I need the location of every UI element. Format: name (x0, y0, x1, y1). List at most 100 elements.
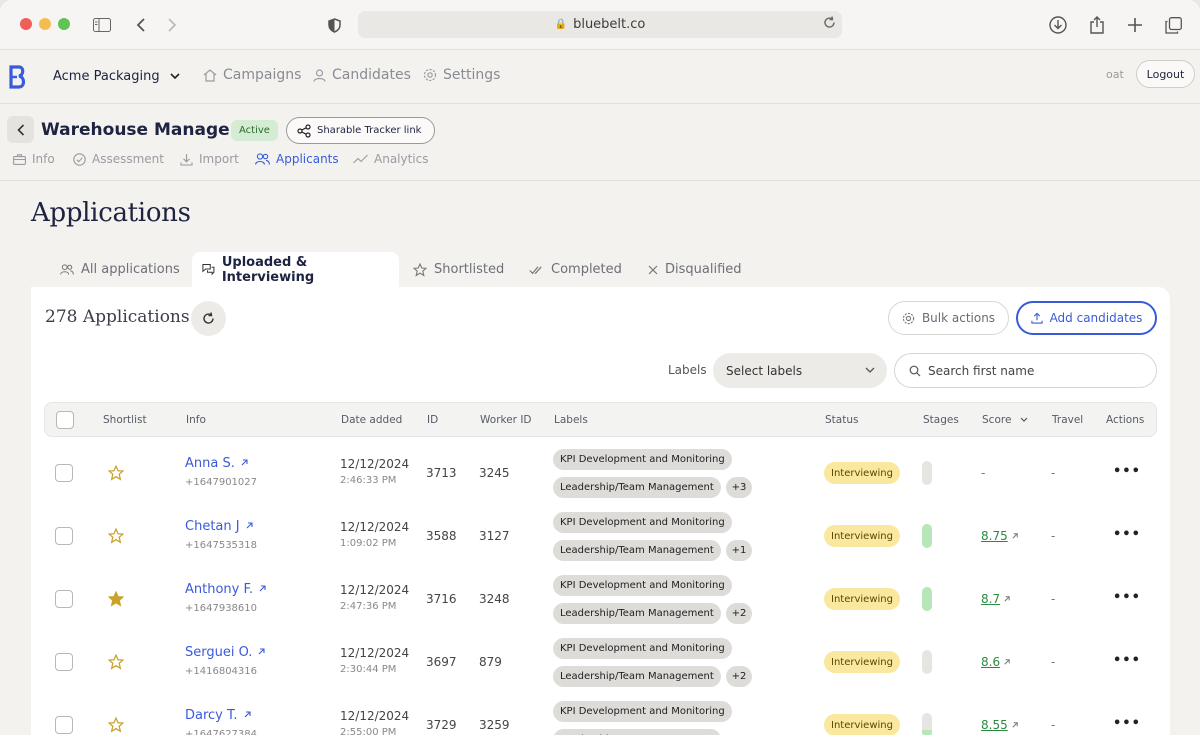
close-window-button[interactable] (20, 18, 32, 30)
candidate-name: Anthony F. (185, 582, 254, 597)
star-outline-icon[interactable] (108, 528, 124, 544)
sharable-tracker-link-button[interactable]: Sharable Tracker link (286, 117, 435, 144)
tab-disqualified-label: Disqualified (665, 262, 742, 277)
row-actions-menu-icon[interactable]: ••• (1113, 653, 1141, 668)
share-icon[interactable] (1085, 13, 1109, 37)
address-bar[interactable]: 🔒 bluebelt.co (358, 11, 842, 38)
back-icon[interactable] (129, 13, 153, 37)
users-icon (60, 264, 74, 275)
logout-button[interactable]: Logout (1136, 60, 1195, 88)
minimize-window-button[interactable] (39, 18, 51, 30)
stage-indicator (922, 461, 932, 485)
candidate-name-link[interactable]: Anthony F. (185, 582, 267, 597)
star-filled-icon[interactable] (108, 591, 124, 607)
row-checkbox[interactable] (55, 716, 73, 734)
column-score[interactable]: Score (982, 414, 1028, 426)
nav-campaigns[interactable]: Campaigns (203, 67, 301, 83)
application-id: 3729 (426, 718, 457, 732)
more-labels-chip[interactable]: +2 (726, 666, 752, 687)
table-row[interactable]: Darcy T. +1647627384 12/12/2024 2:55:00 PM 3… (44, 694, 1157, 735)
subtab-assessment[interactable]: Assessment (73, 152, 164, 166)
tab-disqualified[interactable]: Disqualified (638, 252, 752, 287)
subtab-analytics[interactable]: Analytics (353, 152, 429, 166)
tab-uploaded-interviewing[interactable]: Uploaded & Interviewing (192, 252, 399, 287)
app-navbar: Acme Packaging Campaigns Candidates Sett… (0, 50, 1200, 104)
travel-value: - (1051, 718, 1056, 732)
column-date-added[interactable]: Date added (341, 414, 402, 426)
tab-completed-label: Completed (551, 262, 622, 277)
star-outline-icon[interactable] (108, 465, 124, 481)
row-actions-menu-icon[interactable]: ••• (1113, 590, 1141, 605)
application-id: 3697 (426, 655, 457, 669)
external-link-icon (1012, 533, 1018, 539)
forward-icon[interactable] (160, 13, 184, 37)
table-row[interactable]: Chetan J +1647535318 12/12/2024 1:09:02 PM 3… (44, 505, 1157, 568)
more-labels-chip[interactable]: +1 (726, 540, 752, 561)
score-link[interactable]: 8.7 (981, 592, 1011, 606)
row-actions-menu-icon[interactable]: ••• (1113, 464, 1141, 479)
labels-select[interactable]: Select labels (713, 353, 887, 388)
score-link[interactable]: 8.55 (981, 718, 1019, 732)
row-checkbox[interactable] (55, 464, 73, 482)
row-actions-menu-icon[interactable]: ••• (1113, 527, 1141, 542)
candidate-phone: +1647627384 (185, 729, 258, 735)
stage-indicator (922, 713, 932, 735)
subtab-applicants[interactable]: Applicants (255, 152, 339, 166)
subtab-import[interactable]: Import (180, 152, 239, 166)
privacy-shield-icon[interactable] (322, 13, 346, 37)
column-labels: Labels (554, 414, 588, 426)
label-chip: KPI Development and Monitoring (553, 449, 732, 470)
column-id[interactable]: ID (427, 414, 438, 426)
more-labels-chip[interactable]: +2 (726, 603, 752, 624)
table-row[interactable]: Anna S. +1647901027 12/12/2024 2:46:33 PM 37… (44, 442, 1157, 505)
label-chip: Leadership/Team Management (553, 540, 721, 561)
new-tab-icon[interactable] (1123, 13, 1147, 37)
candidate-name-link[interactable]: Chetan J (185, 519, 254, 534)
bulk-actions-button[interactable]: Bulk actions (888, 301, 1009, 335)
score-link[interactable]: 8.75 (981, 529, 1019, 543)
select-all-checkbox[interactable] (56, 411, 74, 429)
subtab-info[interactable]: Info (13, 152, 55, 166)
tab-completed[interactable]: Completed (519, 252, 632, 287)
score-link[interactable]: 8.6 (981, 655, 1011, 669)
reload-icon[interactable] (823, 16, 836, 33)
row-checkbox[interactable] (55, 527, 73, 545)
tab-all-applications-label: All applications (81, 262, 180, 277)
row-actions-menu-icon[interactable]: ••• (1113, 716, 1141, 731)
tab-all-applications[interactable]: All applications (50, 252, 190, 287)
maximize-window-button[interactable] (58, 18, 70, 30)
org-selector[interactable]: Acme Packaging (53, 69, 180, 84)
tab-overview-icon[interactable] (1161, 13, 1185, 37)
row-checkbox[interactable] (55, 590, 73, 608)
candidate-name-link[interactable]: Darcy T. (185, 708, 252, 723)
sidebar-toggle-icon[interactable] (90, 13, 114, 37)
table-row[interactable]: Serguei O. +1416804316 12/12/2024 2:30:44 P… (44, 631, 1157, 694)
more-labels-chip[interactable]: +3 (726, 477, 752, 498)
star-outline-icon[interactable] (108, 717, 124, 733)
column-shortlist: Shortlist (103, 414, 147, 426)
star-outline-icon[interactable] (108, 654, 124, 670)
external-link-icon (259, 648, 265, 655)
row-checkbox[interactable] (55, 653, 73, 671)
bluebelt-logo[interactable] (9, 65, 27, 89)
back-button[interactable] (7, 116, 34, 143)
candidate-name-link[interactable]: Serguei O. (185, 645, 266, 660)
worker-id: 3248 (479, 592, 510, 606)
candidate-name-link[interactable]: Anna S. (185, 456, 249, 471)
tab-shortlisted[interactable]: Shortlisted (403, 252, 514, 287)
job-header: Warehouse Manager Active Sharable Tracke… (0, 104, 1200, 181)
column-stages: Stages (923, 414, 959, 426)
external-link-icon (1004, 659, 1010, 665)
add-candidates-button[interactable]: Add candidates (1016, 301, 1157, 335)
column-status[interactable]: Status (825, 414, 858, 426)
nav-settings[interactable]: Settings (423, 67, 500, 83)
downloads-icon[interactable] (1046, 13, 1070, 37)
nav-candidates[interactable]: Candidates (313, 67, 411, 83)
share-label: Sharable Tracker link (317, 125, 422, 136)
table-row[interactable]: Anthony F. +1647938610 12/12/2024 2:47:36 P… (44, 568, 1157, 631)
search-first-name-input[interactable]: Search first name (894, 353, 1157, 388)
chevron-left-icon (16, 123, 24, 136)
refresh-button[interactable] (191, 301, 226, 336)
column-worker-id[interactable]: Worker ID (480, 414, 532, 426)
label-chip: KPI Development and Monitoring (553, 575, 732, 596)
